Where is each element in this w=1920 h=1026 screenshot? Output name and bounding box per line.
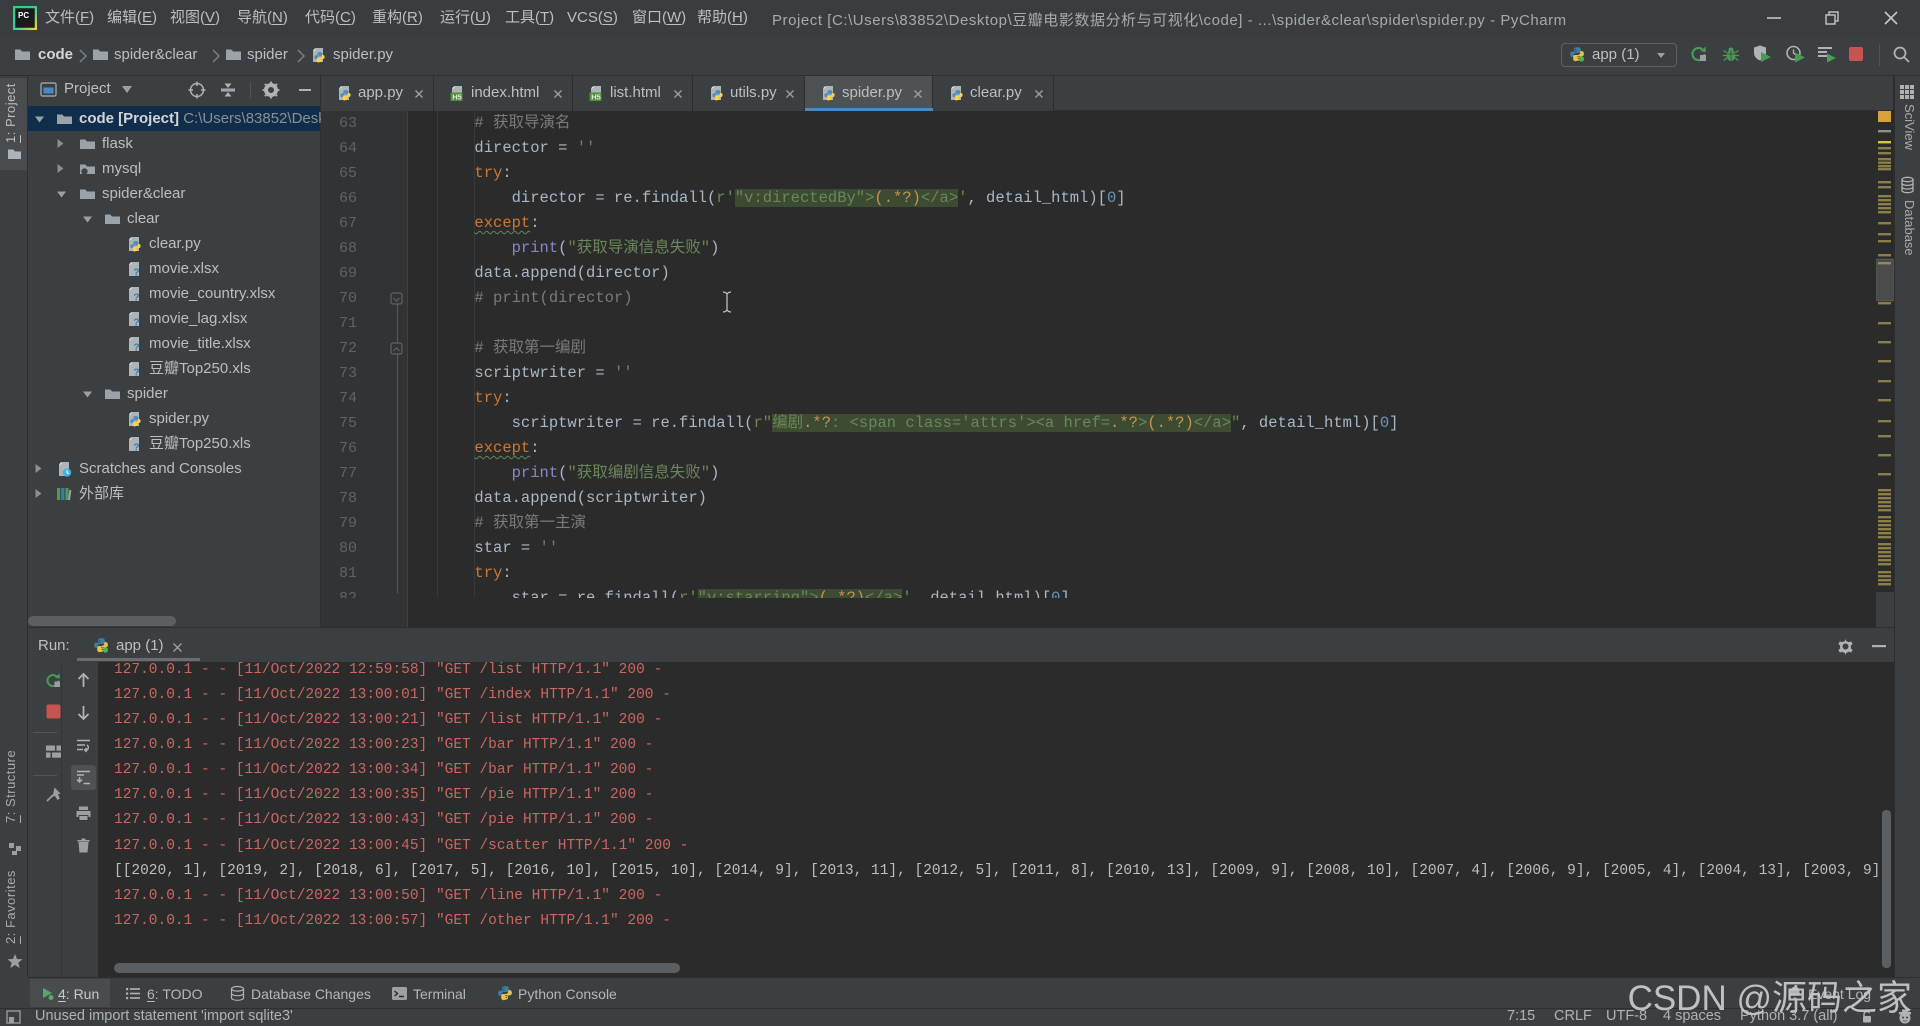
svg-text:?: ?	[133, 367, 139, 378]
svg-text:?: ?	[133, 317, 139, 328]
svg-text:PC: PC	[18, 11, 29, 20]
svg-text:H5: H5	[452, 92, 462, 101]
svg-text:?: ?	[133, 267, 139, 278]
svg-text:H5: H5	[591, 92, 601, 101]
svg-text:?: ?	[133, 342, 139, 353]
svg-text:?: ?	[133, 442, 139, 453]
svg-text:?: ?	[133, 292, 139, 303]
